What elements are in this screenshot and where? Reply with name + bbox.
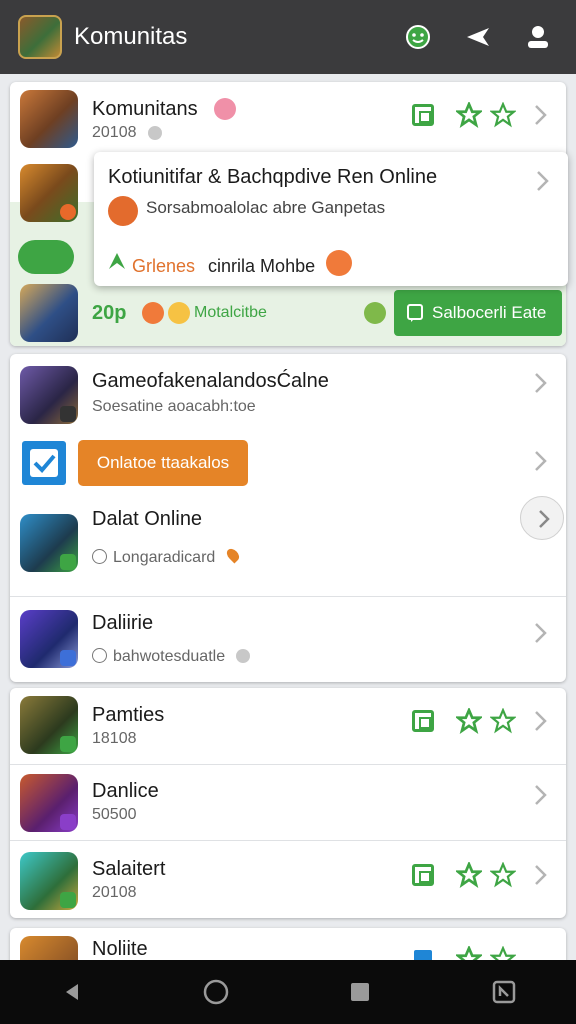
face-emoji-icon bbox=[214, 98, 236, 120]
recents-icon[interactable] bbox=[340, 972, 380, 1012]
avatar bbox=[20, 284, 78, 342]
angry-emoji-icon bbox=[142, 302, 164, 324]
community-desc: bahwotesduatle bbox=[113, 648, 226, 665]
fire-emoji-icon bbox=[108, 196, 138, 226]
divider bbox=[10, 596, 566, 597]
chevron-right-icon[interactable] bbox=[530, 370, 550, 396]
avatar bbox=[20, 852, 78, 910]
mascot-icon bbox=[364, 302, 386, 324]
radio-button[interactable] bbox=[92, 549, 107, 564]
location-pin-icon bbox=[224, 546, 242, 564]
member-count: 50500 bbox=[92, 806, 137, 823]
chevron-right-icon[interactable] bbox=[532, 168, 552, 194]
chevron-right-icon[interactable] bbox=[530, 708, 550, 734]
share-icon[interactable] bbox=[458, 17, 498, 57]
star-filled-icon[interactable] bbox=[456, 862, 482, 888]
chevron-right-icon[interactable] bbox=[530, 448, 550, 474]
system-navigation-bar bbox=[0, 960, 576, 1024]
subscribe-button[interactable]: Salbocerli Eate bbox=[394, 290, 562, 336]
toggle-pill[interactable] bbox=[18, 240, 74, 274]
community-card-list-2: Pamties 18108 Danlice 50500 Salaitert 20… bbox=[10, 688, 566, 918]
expand-button[interactable] bbox=[520, 496, 564, 540]
community-name: Komunitans bbox=[92, 98, 198, 120]
top-app-bar: Komunitas bbox=[0, 0, 576, 74]
star-filled-icon[interactable] bbox=[456, 102, 482, 128]
leaf-icon bbox=[109, 253, 125, 269]
angry-emoji-icon bbox=[326, 250, 353, 276]
popup-foot-text: cinrila Mohbe bbox=[208, 256, 316, 276]
popup-subtitle: Sorsabmoalolac abre Ganpetas bbox=[146, 198, 386, 217]
star-outline-icon[interactable] bbox=[490, 708, 516, 734]
info-dot-icon bbox=[148, 126, 162, 140]
online-action-button[interactable]: Onlatoe ttaakalos bbox=[78, 440, 248, 486]
smile-emoji-icon bbox=[168, 302, 190, 324]
popup-green-label: Grlenes bbox=[132, 256, 196, 276]
status-label: Motalcitbe bbox=[194, 304, 267, 321]
avatar bbox=[20, 366, 78, 424]
count-label: 20p bbox=[92, 302, 127, 324]
avatar bbox=[20, 514, 78, 572]
avatar bbox=[20, 774, 78, 832]
member-count: 20108 bbox=[92, 884, 137, 901]
home-icon[interactable] bbox=[196, 972, 236, 1012]
star-outline-icon[interactable] bbox=[490, 862, 516, 888]
star-filled-icon[interactable] bbox=[456, 708, 482, 734]
chevron-right-icon[interactable] bbox=[530, 782, 550, 808]
back-icon[interactable] bbox=[52, 972, 92, 1012]
community-name: Pamties bbox=[92, 704, 165, 726]
chevron-right-icon[interactable] bbox=[530, 102, 550, 128]
community-desc: Soesatine aoacabh:toe bbox=[92, 398, 256, 415]
community-name: Danlice bbox=[92, 780, 159, 802]
square-action-icon[interactable] bbox=[412, 710, 434, 732]
divider bbox=[10, 840, 566, 841]
avatar bbox=[20, 90, 78, 148]
app-title: Komunitas bbox=[74, 23, 188, 50]
checkbox[interactable] bbox=[22, 441, 66, 485]
community-name: Dalat Online bbox=[92, 508, 203, 530]
app-logo-icon bbox=[18, 15, 62, 59]
member-count: 20108 bbox=[92, 124, 137, 141]
square-action-icon[interactable] bbox=[412, 104, 434, 126]
profile-icon[interactable] bbox=[518, 17, 558, 57]
community-desc: Longaradicard bbox=[113, 549, 216, 566]
popup-title: Kotiunitifar & Bachqpdive Ren Online bbox=[108, 166, 438, 188]
avatar bbox=[20, 696, 78, 754]
community-name: Salaitert bbox=[92, 858, 166, 880]
community-name: Noliite bbox=[92, 938, 148, 960]
chat-icon[interactable] bbox=[398, 17, 438, 57]
radio-button[interactable] bbox=[92, 648, 107, 663]
chevron-right-icon[interactable] bbox=[530, 620, 550, 646]
square-action-icon[interactable] bbox=[412, 864, 434, 886]
info-dot-icon bbox=[235, 649, 250, 663]
avatar bbox=[20, 610, 78, 668]
community-card-list: GameofakenalandosĆalne Soesatine aoacabh… bbox=[10, 354, 566, 682]
divider bbox=[10, 764, 566, 765]
member-count: 18108 bbox=[92, 730, 137, 747]
screenshot-icon[interactable] bbox=[484, 972, 524, 1012]
community-name: GameofakenalandosĆalne bbox=[92, 370, 329, 392]
community-popup[interactable]: Kotiunitifar & Bachqpdive Ren Online Sor… bbox=[94, 152, 568, 286]
avatar bbox=[20, 164, 78, 222]
community-name: Daliirie bbox=[92, 612, 154, 634]
chevron-right-icon[interactable] bbox=[530, 862, 550, 888]
star-outline-icon[interactable] bbox=[490, 102, 516, 128]
